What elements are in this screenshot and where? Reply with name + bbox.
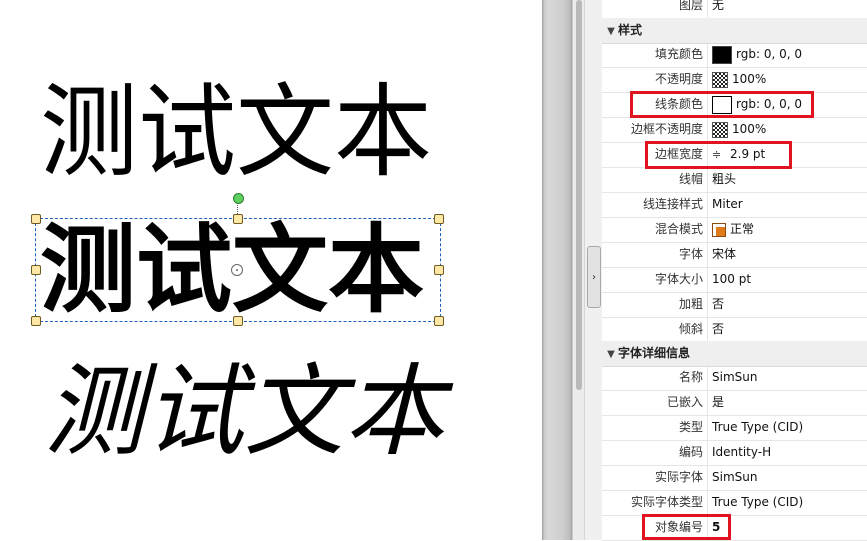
- prop-value[interactable]: True Type (CID): [712, 415, 803, 440]
- prop-row-layer[interactable]: 图层 无: [602, 0, 867, 19]
- prop-value[interactable]: 是: [712, 390, 724, 415]
- blend-mode-icon: [712, 222, 726, 237]
- prop-label: 线帽: [602, 167, 708, 192]
- text-sample-italic[interactable]: 测试文本: [44, 362, 444, 462]
- opacity-checker-icon: [712, 121, 728, 138]
- prop-label: 图层: [602, 0, 708, 18]
- prop-value[interactable]: 宋体: [712, 242, 736, 267]
- chevron-right-icon: ›: [592, 271, 596, 283]
- prop-row-font-size[interactable]: 字体大小 100 pt: [602, 267, 867, 293]
- opacity-checker-icon: [712, 71, 728, 88]
- highlight-object-number: [642, 514, 731, 540]
- prop-value[interactable]: SimSun: [712, 465, 757, 490]
- pane-splitter[interactable]: [542, 0, 572, 540]
- prop-value[interactable]: 100 pt: [712, 267, 751, 292]
- section-header-font-details[interactable]: ▼ 字体详细信息: [602, 341, 867, 367]
- prop-value-wrap[interactable]: rgb: 0, 0, 0: [712, 42, 802, 67]
- document-canvas[interactable]: 测试文本 测试文本 测试文本: [0, 0, 542, 540]
- prop-row-font-name[interactable]: 名称 SimSun: [602, 365, 867, 391]
- prop-value-wrap[interactable]: 100%: [712, 117, 766, 142]
- highlight-stroke-color: [630, 91, 814, 118]
- prop-value[interactable]: True Type (CID): [712, 490, 803, 515]
- prop-row-actual-font-type[interactable]: 实际字体类型 True Type (CID): [602, 490, 867, 516]
- prop-row-border-opacity[interactable]: 边框不透明度 100%: [602, 117, 867, 143]
- prop-label: 加粗: [602, 292, 708, 317]
- prop-row-fill-color[interactable]: 填充颜色 rgb: 0, 0, 0: [602, 42, 867, 68]
- prop-value[interactable]: 否: [712, 292, 724, 317]
- prop-value[interactable]: Miter: [712, 192, 743, 217]
- prop-row-bold[interactable]: 加粗 否: [602, 292, 867, 318]
- chevron-down-icon: ▼: [607, 349, 615, 360]
- prop-row-line-join[interactable]: 线连接样式 Miter: [602, 192, 867, 218]
- prop-label: 实际字体类型: [602, 490, 708, 515]
- scrollbar-thumb[interactable]: [576, 0, 582, 390]
- prop-row-italic[interactable]: 倾斜 否: [602, 317, 867, 343]
- prop-row-line-cap[interactable]: 线帽 粗头: [602, 167, 867, 193]
- text-sample-regular[interactable]: 测试文本: [40, 83, 432, 184]
- section-title: 样式: [618, 23, 643, 37]
- fill-color-swatch[interactable]: [712, 45, 732, 64]
- resize-handle-top[interactable]: [233, 214, 243, 224]
- chevron-down-icon: ▼: [607, 26, 615, 37]
- properties-panel: 图层 无 ▼ 样式 填充颜色 rgb: 0, 0, 0 不透明度 100% 线条颜…: [602, 0, 867, 541]
- section-header-style[interactable]: ▼ 样式: [602, 18, 867, 44]
- section-title: 字体详细信息: [618, 346, 691, 360]
- prop-label: 已嵌入: [602, 390, 708, 415]
- prop-row-encoding[interactable]: 编码 Identity-H: [602, 440, 867, 466]
- prop-label: 类型: [602, 415, 708, 440]
- prop-label: 实际字体: [602, 465, 708, 490]
- highlight-border-width: [645, 141, 792, 169]
- resize-handle-top-left[interactable]: [31, 214, 41, 224]
- prop-row-opacity[interactable]: 不透明度 100%: [602, 67, 867, 93]
- prop-value[interactable]: 无: [712, 0, 724, 18]
- collapse-panel-button[interactable]: ›: [587, 246, 601, 308]
- prop-label: 倾斜: [602, 317, 708, 342]
- prop-label: 字体大小: [602, 267, 708, 292]
- prop-label: 混合模式: [602, 217, 708, 242]
- prop-label: 不透明度: [602, 67, 708, 92]
- prop-label: 字体: [602, 242, 708, 267]
- prop-value[interactable]: 否: [712, 317, 724, 342]
- resize-handle-left[interactable]: [31, 265, 41, 275]
- prop-row-font[interactable]: 字体 宋体: [602, 242, 867, 268]
- center-point-icon: [231, 264, 243, 276]
- prop-value: rgb: 0, 0, 0: [736, 47, 802, 61]
- resize-handle-bottom-left[interactable]: [31, 316, 41, 326]
- prop-value: 100%: [732, 122, 767, 136]
- resize-handle-bottom[interactable]: [233, 316, 243, 326]
- prop-row-blend-mode[interactable]: 混合模式 正常: [602, 217, 867, 243]
- prop-value[interactable]: Identity-H: [712, 440, 771, 465]
- resize-handle-right[interactable]: [434, 265, 444, 275]
- prop-value: 100%: [732, 72, 767, 86]
- prop-label: 编码: [602, 440, 708, 465]
- resize-handle-top-right[interactable]: [434, 214, 444, 224]
- prop-value-wrap[interactable]: 100%: [712, 67, 766, 92]
- prop-row-font-type[interactable]: 类型 True Type (CID): [602, 415, 867, 441]
- prop-label: 名称: [602, 365, 708, 390]
- prop-row-embedded[interactable]: 已嵌入 是: [602, 390, 867, 416]
- prop-label: 线连接样式: [602, 192, 708, 217]
- prop-label: 边框不透明度: [602, 117, 708, 142]
- prop-label: 填充颜色: [602, 42, 708, 67]
- prop-value[interactable]: SimSun: [712, 365, 757, 390]
- rotation-handle[interactable]: [233, 193, 244, 204]
- prop-value: 正常: [730, 222, 755, 236]
- prop-value-wrap[interactable]: 正常: [712, 217, 754, 242]
- resize-handle-bottom-right[interactable]: [434, 316, 444, 326]
- prop-row-actual-font[interactable]: 实际字体 SimSun: [602, 465, 867, 491]
- prop-value[interactable]: 粗头: [712, 167, 736, 192]
